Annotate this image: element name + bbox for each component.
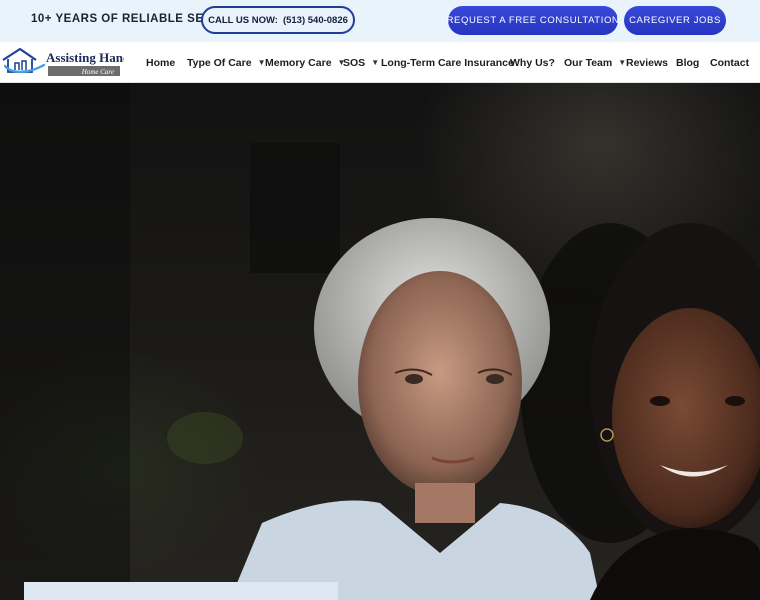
nav-why-us-label: Why Us? (510, 56, 555, 69)
house-hands-icon (2, 47, 46, 74)
hero-card (24, 582, 338, 600)
nav-why-us[interactable]: Why Us? (510, 42, 555, 83)
caregiver-jobs-button[interactable]: CAREGIVER JOBS (624, 6, 726, 35)
nav-memory-care-label: Memory Care (265, 56, 332, 69)
nav-reviews[interactable]: Reviews (626, 42, 668, 83)
hero-image (0, 83, 760, 600)
nav-blog[interactable]: Blog (676, 42, 699, 83)
nav-reviews-label: Reviews (626, 56, 669, 69)
request-consultation-button[interactable]: REQUEST A FREE CONSULTATION (447, 6, 619, 35)
nav-contact[interactable]: Contact (710, 42, 749, 83)
nav-type-of-care-label: Type Of Care (187, 56, 252, 69)
nav-sos[interactable]: SOS ▼ (343, 42, 379, 83)
nav-our-team[interactable]: Our Team ▼ (564, 42, 626, 83)
nav-type-of-care[interactable]: Type Of Care ▼ (187, 42, 266, 83)
nav-sos-label: SOS (343, 56, 366, 69)
main-navigation: Assisting Hands Home Care Home Type Of C… (0, 42, 760, 83)
call-us-button[interactable]: CALL US NOW: (513) 540-0826 (201, 6, 355, 34)
chevron-down-icon: ▼ (371, 58, 380, 67)
phone-number: (513) 540-0826 (282, 14, 348, 26)
brand-subtitle: Home Care (81, 68, 114, 76)
nav-memory-care[interactable]: Memory Care ▼ (265, 42, 345, 83)
nav-home[interactable]: Home (146, 42, 175, 83)
call-label: CALL US NOW: (208, 14, 278, 26)
top-bar: 10+ YEARS OF RELIABLE SERVICE CALL US NO… (0, 0, 760, 42)
logo[interactable]: Assisting Hands Home Care (2, 46, 124, 78)
nav-our-team-label: Our Team (564, 56, 613, 69)
chevron-down-icon: ▼ (618, 58, 627, 67)
brand-name: Assisting Hands (46, 50, 124, 65)
nav-contact-label: Contact (710, 56, 750, 69)
nav-blog-label: Blog (676, 56, 700, 69)
hero-photo-illustration (0, 83, 760, 600)
nav-long-term-care-insurance[interactable]: Long-Term Care Insurance (381, 42, 514, 83)
nav-ltc-label: Long-Term Care Insurance (381, 56, 514, 69)
nav-home-label: Home (146, 56, 176, 69)
